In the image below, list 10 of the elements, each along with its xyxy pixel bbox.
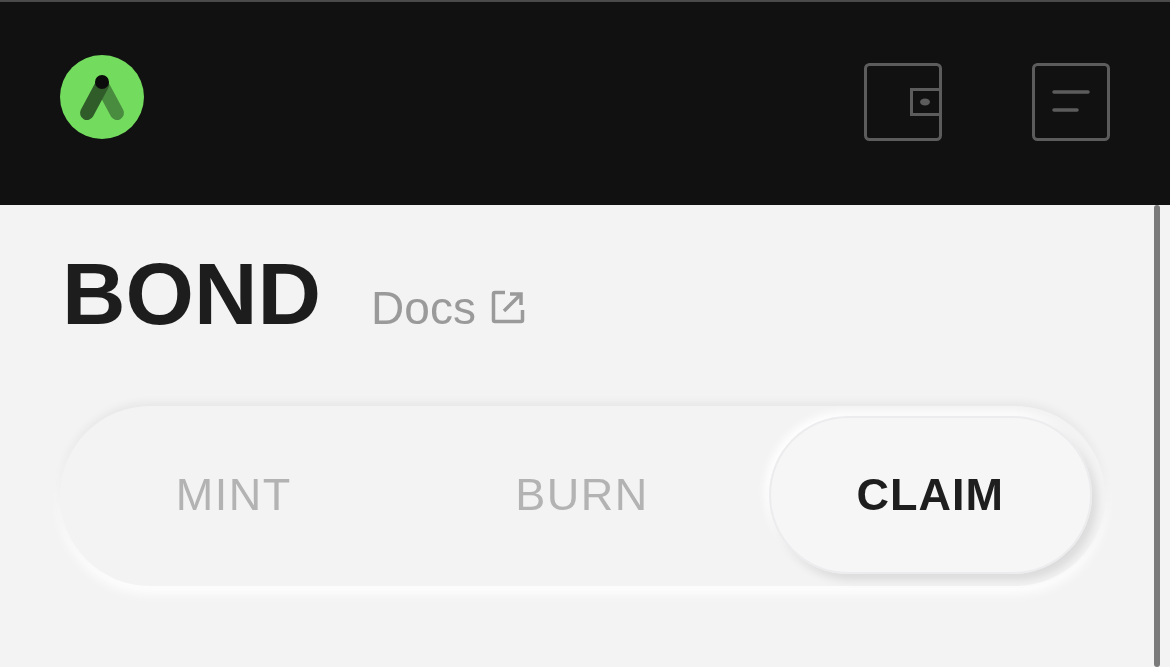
external-link-icon [490, 290, 525, 324]
scrollbar[interactable] [1154, 205, 1160, 667]
tab[interactable]: CLAIM [768, 415, 1092, 574]
tab[interactable]: BURN [420, 415, 744, 574]
logo-icon[interactable] [60, 55, 144, 139]
docs-link[interactable]: Docs [371, 264, 525, 352]
tab[interactable]: MINT [72, 415, 396, 574]
wallet-icon[interactable] [864, 63, 942, 141]
menu-icon[interactable] [1032, 63, 1110, 141]
page-title: BOND [62, 250, 322, 338]
